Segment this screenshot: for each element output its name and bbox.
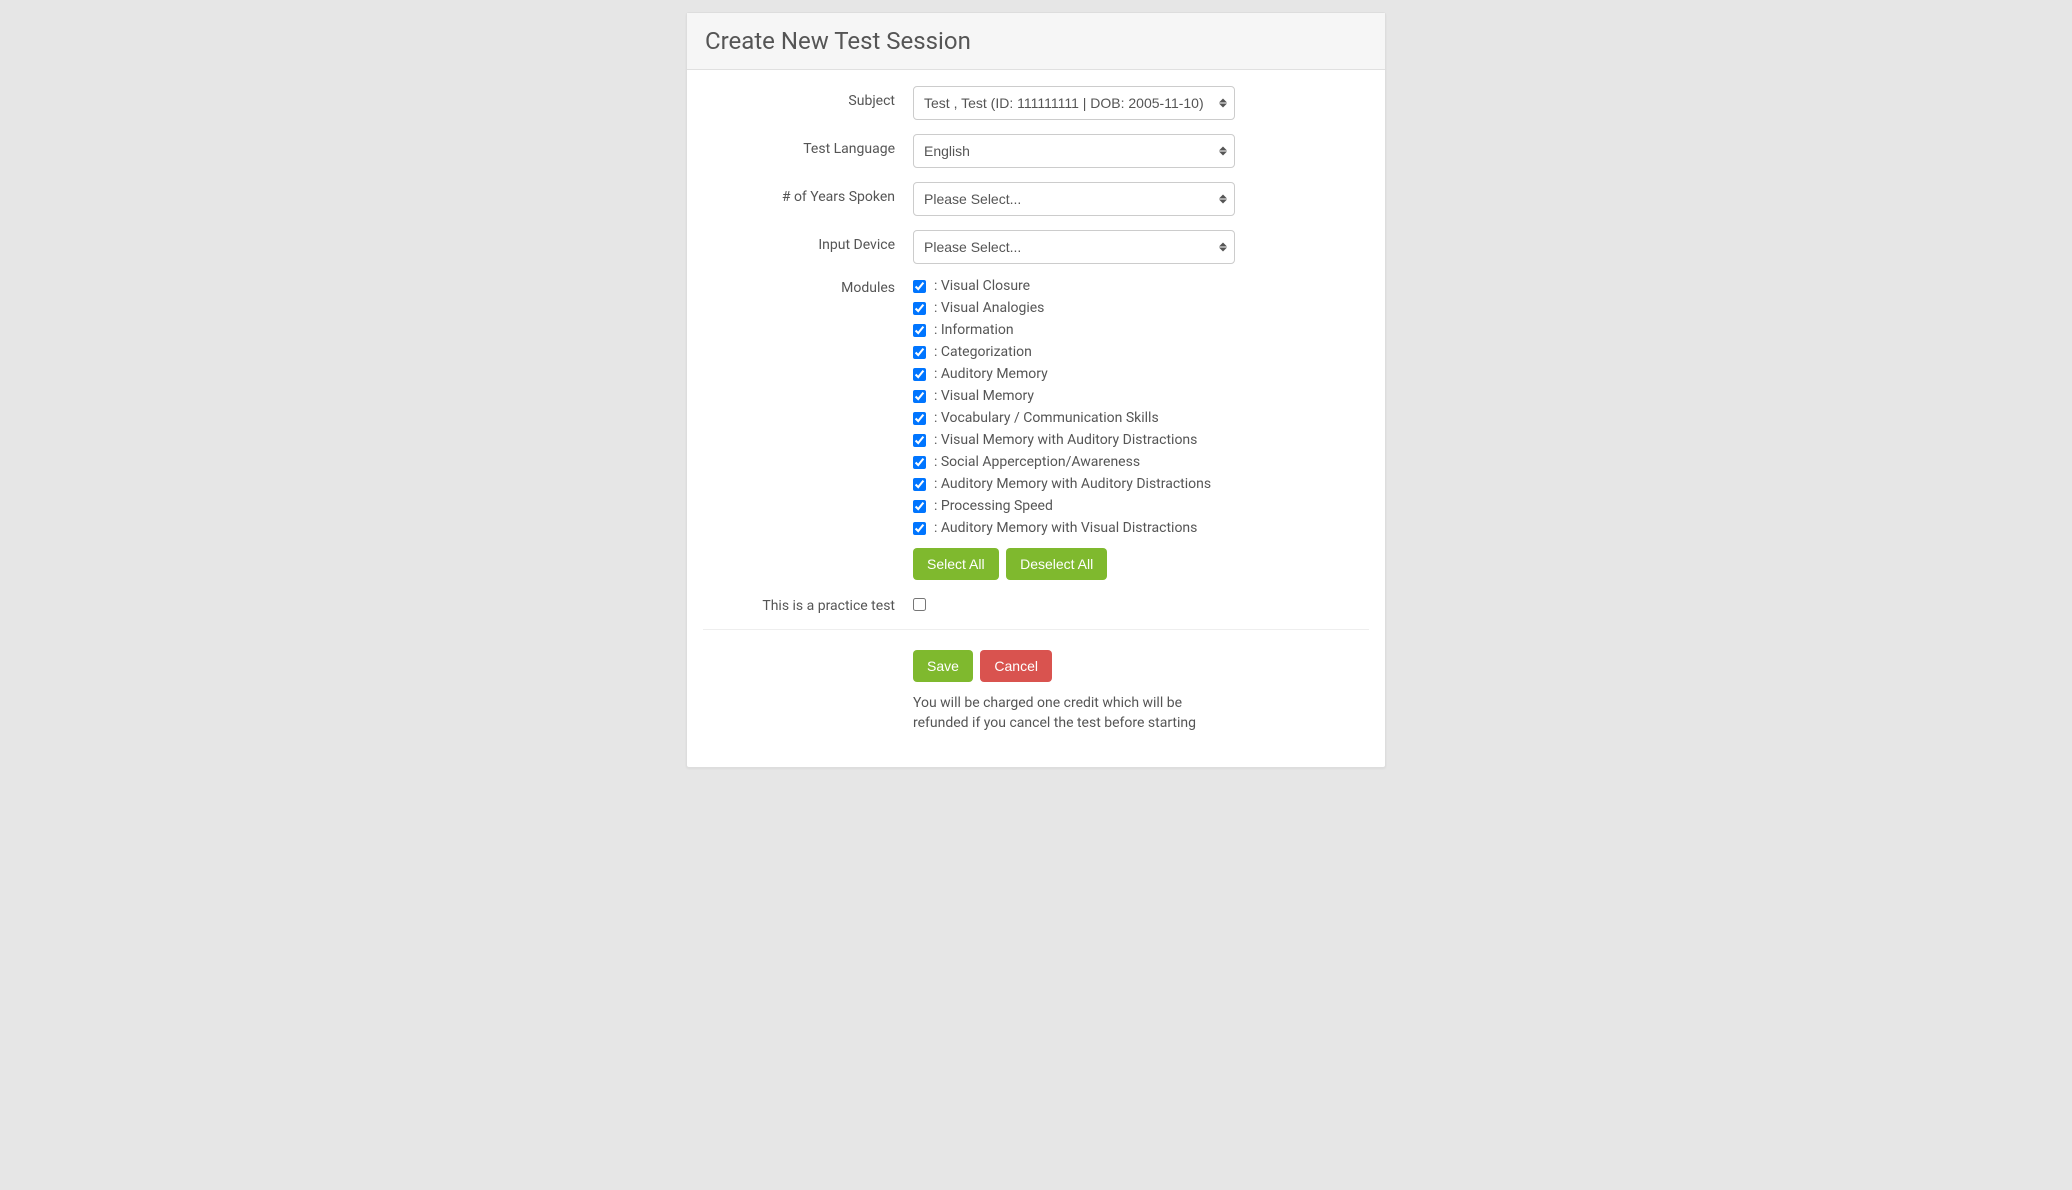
module-checkbox[interactable] bbox=[913, 324, 926, 337]
module-line: : Vocabulary / Communication Skills bbox=[913, 410, 1369, 426]
label-modules: Modules bbox=[703, 278, 913, 296]
module-line: : Information bbox=[913, 322, 1369, 338]
label-subject: Subject bbox=[703, 86, 913, 109]
module-checkbox[interactable] bbox=[913, 412, 926, 425]
years-spoken-select-wrap: Please Select... bbox=[913, 182, 1235, 216]
module-label: : Vocabulary / Communication Skills bbox=[934, 410, 1159, 426]
input-device-select-wrap: Please Select... bbox=[913, 230, 1235, 264]
module-checkbox[interactable] bbox=[913, 280, 926, 293]
row-input-device: Input Device Please Select... bbox=[703, 230, 1369, 264]
module-checkbox[interactable] bbox=[913, 368, 926, 381]
module-checkbox[interactable] bbox=[913, 478, 926, 491]
module-label: : Visual Closure bbox=[934, 278, 1030, 294]
label-test-language: Test Language bbox=[703, 134, 913, 157]
col-modules: : Visual Closure : Visual Analogies : In… bbox=[913, 278, 1369, 580]
module-checkbox[interactable] bbox=[913, 434, 926, 447]
test-language-select[interactable]: English bbox=[913, 134, 1235, 168]
module-checkbox[interactable] bbox=[913, 522, 926, 535]
module-line: : Auditory Memory with Auditory Distract… bbox=[913, 476, 1369, 492]
module-label: : Information bbox=[934, 322, 1014, 338]
module-label: : Auditory Memory bbox=[934, 366, 1048, 382]
module-label: : Auditory Memory with Auditory Distract… bbox=[934, 476, 1211, 492]
module-checkbox[interactable] bbox=[913, 456, 926, 469]
module-checkbox[interactable] bbox=[913, 346, 926, 359]
col-practice bbox=[913, 598, 1369, 615]
module-line: : Social Apperception/Awareness bbox=[913, 454, 1369, 470]
practice-checkbox[interactable] bbox=[913, 598, 926, 611]
module-label: : Processing Speed bbox=[934, 498, 1053, 514]
cancel-button[interactable]: Cancel bbox=[980, 650, 1052, 682]
module-label: : Categorization bbox=[934, 344, 1032, 360]
col-years-spoken: Please Select... bbox=[913, 182, 1369, 216]
col-test-language: English bbox=[913, 134, 1369, 168]
page-title: Create New Test Session bbox=[705, 27, 1367, 55]
deselect-all-button[interactable]: Deselect All bbox=[1006, 548, 1107, 580]
module-checkbox[interactable] bbox=[913, 302, 926, 315]
module-label: : Visual Memory with Auditory Distractio… bbox=[934, 432, 1197, 448]
module-line: : Auditory Memory bbox=[913, 366, 1369, 382]
subject-select-wrap: Test , Test (ID: 111111111 | DOB: 2005-1… bbox=[913, 86, 1235, 120]
module-line: : Processing Speed bbox=[913, 498, 1369, 514]
label-years-spoken: # of Years Spoken bbox=[703, 182, 913, 205]
row-actions: Save Cancel You will be charged one cred… bbox=[703, 650, 1369, 733]
module-checkbox[interactable] bbox=[913, 500, 926, 513]
input-device-select[interactable]: Please Select... bbox=[913, 230, 1235, 264]
module-label: : Visual Analogies bbox=[934, 300, 1044, 316]
module-line: : Visual Memory with Auditory Distractio… bbox=[913, 432, 1369, 448]
panel-header: Create New Test Session bbox=[687, 13, 1385, 70]
col-input-device: Please Select... bbox=[913, 230, 1369, 264]
years-spoken-select[interactable]: Please Select... bbox=[913, 182, 1235, 216]
row-years-spoken: # of Years Spoken Please Select... bbox=[703, 182, 1369, 216]
module-label: : Auditory Memory with Visual Distractio… bbox=[934, 520, 1197, 536]
col-actions: Save Cancel You will be charged one cred… bbox=[913, 650, 1369, 733]
row-modules: Modules : Visual Closure : Visual Analog… bbox=[703, 278, 1369, 580]
test-language-select-wrap: English bbox=[913, 134, 1235, 168]
panel-body: Subject Test , Test (ID: 111111111 | DOB… bbox=[687, 70, 1385, 767]
row-practice: This is a practice test bbox=[703, 598, 1369, 615]
module-line: : Visual Memory bbox=[913, 388, 1369, 404]
module-line: : Categorization bbox=[913, 344, 1369, 360]
create-test-session-panel: Create New Test Session Subject Test , T… bbox=[686, 12, 1386, 768]
charge-notice: You will be charged one credit which wil… bbox=[913, 694, 1233, 733]
col-subject: Test , Test (ID: 111111111 | DOB: 2005-1… bbox=[913, 86, 1369, 120]
module-line: : Auditory Memory with Visual Distractio… bbox=[913, 520, 1369, 536]
module-line: : Visual Analogies bbox=[913, 300, 1369, 316]
row-subject: Subject Test , Test (ID: 111111111 | DOB… bbox=[703, 86, 1369, 120]
label-input-device: Input Device bbox=[703, 230, 913, 253]
module-buttons: Select All Deselect All bbox=[913, 548, 1369, 580]
divider bbox=[703, 629, 1369, 630]
subject-select[interactable]: Test , Test (ID: 111111111 | DOB: 2005-1… bbox=[913, 86, 1235, 120]
module-label: : Visual Memory bbox=[934, 388, 1034, 404]
module-line: : Visual Closure bbox=[913, 278, 1369, 294]
save-button[interactable]: Save bbox=[913, 650, 973, 682]
select-all-button[interactable]: Select All bbox=[913, 548, 999, 580]
module-checkbox[interactable] bbox=[913, 390, 926, 403]
label-practice: This is a practice test bbox=[703, 598, 913, 614]
module-label: : Social Apperception/Awareness bbox=[934, 454, 1140, 470]
row-test-language: Test Language English bbox=[703, 134, 1369, 168]
